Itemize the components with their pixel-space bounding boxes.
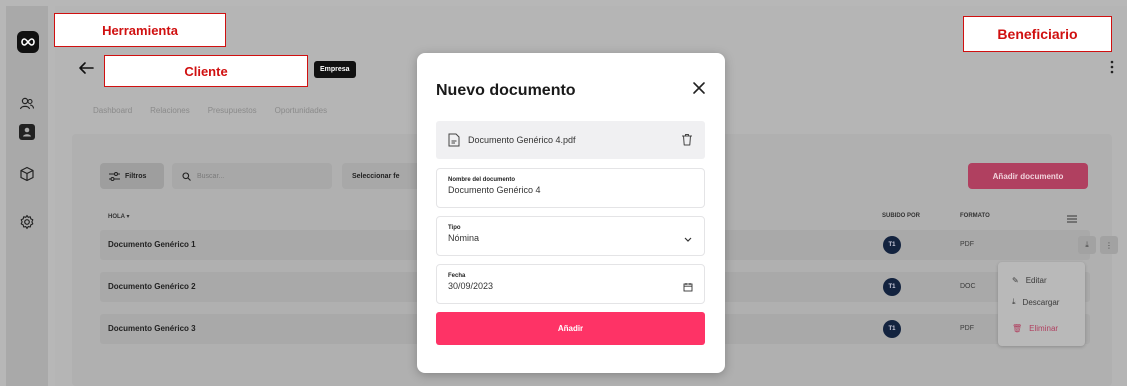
users-icon[interactable] — [19, 96, 35, 112]
date-label: Fecha — [448, 273, 466, 279]
type-label: Tipo — [448, 225, 461, 231]
more-options-icon[interactable] — [1109, 58, 1115, 76]
new-document-modal: Nuevo documento Documento Genérico 4.pdf… — [417, 53, 725, 373]
document-format: PDF — [960, 241, 974, 248]
tab-relaciones[interactable]: Relaciones — [150, 106, 190, 115]
annotation-cliente: Cliente — [104, 55, 308, 87]
file-name: Documento Genérico 4.pdf — [468, 135, 576, 145]
section-tabs: Dashboard Relaciones Presupuestos Oportu… — [93, 106, 327, 115]
type-select[interactable]: Tipo Nómina — [436, 216, 705, 256]
filters-button[interactable]: Filtros — [100, 163, 164, 189]
document-file-icon — [448, 133, 460, 147]
document-name-field[interactable]: Nombre del documento Documento Genérico … — [436, 168, 705, 208]
avatar: T1 — [883, 320, 901, 338]
download-icon[interactable]: ⤓ — [1078, 236, 1096, 254]
delete-menu-item[interactable]: 🗑 Eliminar — [1012, 317, 1085, 339]
document-format: DOC — [960, 283, 976, 290]
download-icon: ⤓ — [1012, 297, 1016, 306]
document-name: Documento Genérico 3 — [108, 324, 196, 333]
type-value: Nómina — [448, 233, 480, 243]
tab-dashboard[interactable]: Dashboard — [93, 106, 132, 115]
logo-infinity-icon[interactable] — [17, 31, 39, 53]
row-actions: ⤓ ⋮ — [1078, 236, 1118, 254]
attached-file: Documento Genérico 4.pdf — [436, 121, 705, 159]
filters-label: Filtros — [125, 172, 147, 180]
company-badge: Empresa — [314, 61, 356, 78]
chevron-down-icon — [683, 231, 693, 242]
document-name: Documento Genérico 1 — [108, 240, 196, 249]
box-icon[interactable] — [19, 166, 35, 182]
document-name-value: Documento Genérico 4 — [448, 185, 541, 195]
tab-presupuestos[interactable]: Presupuestos — [208, 106, 257, 115]
search-input[interactable]: Buscar... — [172, 163, 332, 189]
contact-card-icon[interactable] — [19, 124, 35, 140]
columns-menu-icon[interactable] — [1067, 210, 1077, 223]
settings-gear-icon[interactable] — [19, 214, 35, 230]
trash-icon[interactable] — [681, 133, 693, 146]
document-name-label: Nombre del documento — [448, 177, 516, 183]
document-name: Documento Genérico 2 — [108, 282, 196, 291]
row-context-menu: ✎ Editar ⤓ Descargar 🗑 Eliminar — [998, 262, 1085, 346]
row-more-icon[interactable]: ⋮ — [1100, 236, 1118, 254]
search-icon — [182, 171, 191, 181]
document-format: PDF — [960, 325, 974, 332]
tab-oportunidades[interactable]: Oportunidades — [275, 106, 327, 115]
calendar-icon[interactable] — [683, 279, 693, 292]
annotation-beneficiario: Beneficiario — [963, 16, 1112, 52]
date-field[interactable]: Fecha 30/09/2023 — [436, 264, 705, 304]
back-arrow-icon[interactable] — [78, 61, 94, 75]
search-placeholder: Buscar... — [197, 172, 225, 180]
pencil-icon: ✎ — [1012, 275, 1019, 285]
trash-icon: 🗑 — [1012, 323, 1023, 333]
column-header-format: FORMATO — [960, 213, 990, 219]
avatar: T1 — [883, 278, 901, 296]
add-document-button[interactable]: Añadir documento — [968, 163, 1088, 189]
avatar: T1 — [883, 236, 901, 254]
annotation-herramienta: Herramienta — [54, 13, 226, 47]
download-menu-item[interactable]: ⤓ Descargar — [1012, 291, 1085, 313]
column-header-name[interactable]: HOLA ▾ — [108, 213, 129, 220]
app-sidebar — [6, 6, 48, 386]
date-value: 30/09/2023 — [448, 281, 494, 291]
close-icon[interactable] — [692, 81, 706, 95]
add-button[interactable]: Añadir — [436, 312, 705, 345]
filter-sliders-icon — [109, 171, 120, 181]
modal-title: Nuevo documento — [436, 82, 576, 99]
column-header-uploaded-by: SUBIDO POR — [882, 213, 921, 219]
edit-menu-item[interactable]: ✎ Editar — [1012, 269, 1085, 291]
